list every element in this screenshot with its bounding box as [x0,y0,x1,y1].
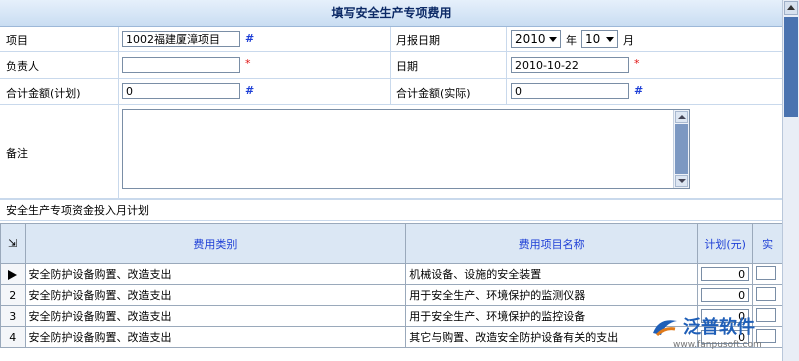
date-required: * [634,57,640,70]
project-label: 项目 [6,34,28,47]
row-number: 3 [0,305,26,327]
plan-hash: # [245,84,255,97]
plan-total-label: 合计金额(计划) [6,87,81,100]
header-plan[interactable]: 计划(元) [697,223,754,264]
row-selector-icon[interactable]: ⇲ [0,223,26,264]
actual-input[interactable] [756,286,777,301]
owner-field[interactable] [122,57,240,73]
scroll-up-icon[interactable] [784,1,798,15]
chevron-down-icon [549,37,557,42]
column-divider [390,27,391,105]
current-row-arrow-icon [0,263,26,285]
scroll-thumb[interactable] [675,124,688,174]
month-label: 月报日期 [396,34,440,47]
year-value: 2010 [515,32,546,46]
note-label: 备注 [6,147,28,160]
actual-cell[interactable] [752,263,783,285]
table-row[interactable]: 2 安全防护设备购置、改造支出 用于安全生产、环境保护的监测仪器 0 [0,284,783,306]
section-title: 安全生产专项资金投入月计划 [0,199,783,221]
row-number: 4 [0,326,26,348]
column-divider [506,27,507,105]
actual-input[interactable] [756,265,777,280]
watermark-logo: 泛普软件 www.fanpusoft.com [651,313,781,355]
plan-cell: 0 [697,263,754,285]
item-cell: 用于安全生产、环境保护的监测仪器 [405,284,699,306]
actual-total-label: 合计金额(实际) [396,87,471,100]
project-hash: # [245,32,255,45]
owner-required: * [245,57,251,70]
textarea-scrollbar[interactable] [673,110,689,188]
header-category[interactable]: 费用类别 [24,223,407,264]
plan-total-field[interactable]: 0 [122,83,240,99]
actual-total-field[interactable]: 0 [511,83,629,99]
chevron-down-icon [606,37,614,42]
month-unit: 月 [623,34,634,47]
column-divider [118,27,119,198]
actual-hash: # [634,84,644,97]
category-cell: 安全防护设备购置、改造支出 [24,305,407,327]
item-cell: 机械设备、设施的安全装置 [405,263,699,285]
date-label: 日期 [396,60,418,73]
page-scrollbar[interactable] [782,0,799,361]
form-title: 填写安全生产专项费用 [0,0,783,27]
note-textarea[interactable] [122,109,690,189]
month-value: 10 [585,32,601,46]
form-panel: 填写安全生产专项费用 项目 1002福建厦漳项目 # 月报日期 2010 年 1… [0,0,783,361]
table-row[interactable]: 安全防护设备购置、改造支出 机械设备、设施的安全装置 0 [0,263,783,285]
watermark-url: www.fanpusoft.com [673,340,762,350]
scroll-down-icon[interactable] [675,175,688,187]
project-field[interactable]: 1002福建厦漳项目 [122,31,240,47]
plan-cell: 0 [697,284,754,306]
owner-label: 负责人 [6,60,39,73]
table-header-row: ⇲ 费用类别 费用项目名称 计划(元) 实 [0,223,783,264]
row-number: 2 [0,284,26,306]
brand-logo-icon [653,320,677,337]
year-unit: 年 [566,34,577,47]
watermark-brand: 泛普软件 [683,317,755,338]
scroll-thumb[interactable] [784,17,798,117]
plan-input[interactable]: 0 [701,288,750,302]
plan-input[interactable]: 0 [701,267,750,281]
category-cell: 安全防护设备购置、改造支出 [24,326,407,348]
category-cell: 安全防护设备购置、改造支出 [24,284,407,306]
date-field[interactable]: 2010-10-22 [511,57,629,73]
actual-cell[interactable] [752,284,783,306]
category-cell: 安全防护设备购置、改造支出 [24,263,407,285]
header-actual[interactable]: 实 [752,223,783,264]
year-select[interactable]: 2010 [511,30,561,48]
scroll-up-icon[interactable] [675,111,688,123]
month-select[interactable]: 10 [581,30,618,48]
header-item-name[interactable]: 费用项目名称 [405,223,699,264]
